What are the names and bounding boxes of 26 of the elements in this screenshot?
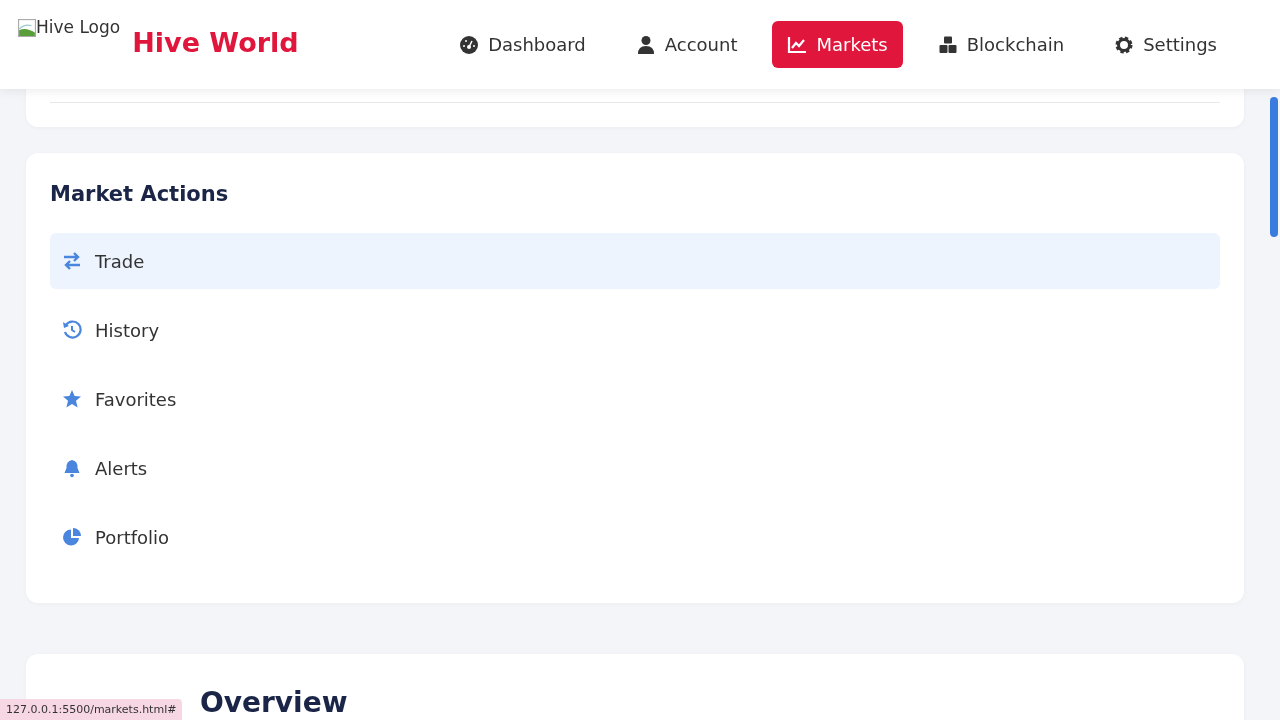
action-item[interactable]: Portfolio [50, 509, 1220, 565]
bell-icon [62, 458, 82, 478]
history-icon [62, 320, 82, 340]
section-title: Overview [200, 686, 349, 719]
nav-link[interactable]: Dashboard [444, 21, 601, 68]
settings-icon [1114, 34, 1135, 55]
action-item[interactable]: History [50, 302, 1220, 358]
section-title: Market Actions [50, 182, 230, 206]
broken-image-logo: Hive Logo [18, 17, 121, 37]
brand-name: Hive World [132, 27, 299, 58]
line-chart-icon [787, 34, 808, 55]
arrows-icon [62, 251, 82, 271]
user-icon [635, 34, 656, 55]
scrollbar-thumb[interactable] [1270, 97, 1278, 237]
nav-link[interactable]: Blockchain [922, 21, 1080, 68]
action-item[interactable]: Alerts [50, 440, 1220, 496]
star-icon [62, 389, 82, 409]
status-url: 127.0.0.1:5500/markets.html# [0, 699, 183, 720]
cubes-icon [937, 34, 958, 55]
gauge-icon [459, 34, 480, 55]
pie-chart-icon [62, 527, 82, 547]
nav-link[interactable]: Markets [772, 21, 903, 68]
action-item[interactable]: Favorites [50, 371, 1220, 427]
action-item[interactable]: Trade [50, 233, 1220, 289]
nav-link[interactable]: Settings [1099, 21, 1232, 68]
nav-link[interactable]: Account [620, 21, 753, 68]
